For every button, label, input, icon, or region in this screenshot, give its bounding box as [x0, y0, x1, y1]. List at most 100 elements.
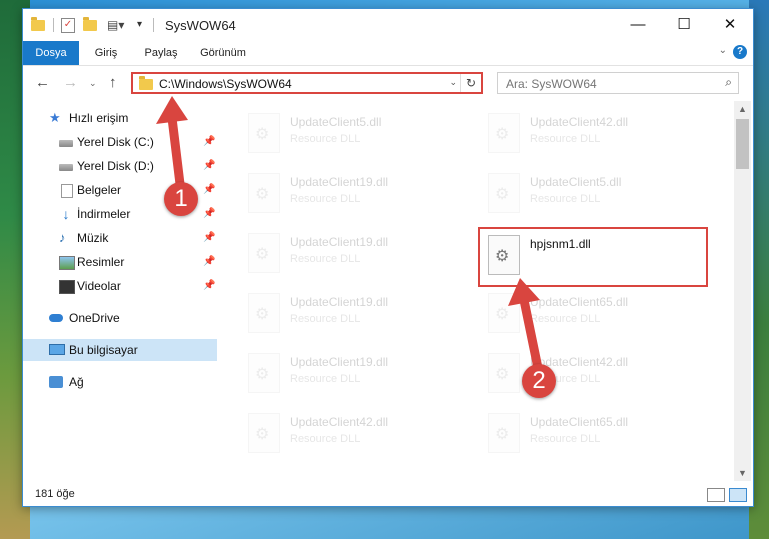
file-item[interactable]: UpdateClient19.dll Resource DLL	[240, 289, 470, 339]
network-icon	[49, 376, 63, 388]
sidebar-item-onedrive[interactable]: OneDrive	[23, 307, 217, 329]
file-list: UpdateClient5.dll Resource DLL UpdateCli…	[218, 101, 733, 481]
file-item[interactable]: UpdateClient42.dll Resource DLL	[480, 109, 710, 159]
tab-view[interactable]: Görünüm	[195, 41, 251, 65]
details-view-icon[interactable]	[707, 488, 725, 502]
vertical-scrollbar[interactable]: ▲ ▼	[734, 101, 751, 481]
file-type: Resource DLL	[530, 133, 601, 145]
file-item[interactable]: UpdateClient5.dll Resource DLL	[480, 169, 710, 219]
sidebar-item-quick-access[interactable]: ★ Hızlı erişim	[23, 107, 217, 129]
dll-file-icon	[488, 113, 520, 153]
search-icon[interactable]: ⌕	[725, 75, 732, 90]
drive-icon	[59, 140, 73, 147]
download-arrow-icon: ↓	[62, 206, 70, 222]
sidebar-item-label: Bu bilgisayar	[69, 343, 138, 357]
customize-toolbar-icon[interactable]: ▤▾	[107, 17, 124, 33]
pin-icon[interactable]: 📌	[203, 203, 215, 225]
sidebar-item-label: Belgeler	[77, 183, 122, 197]
chevron-down-icon[interactable]: ▾	[137, 17, 153, 33]
close-button[interactable]: ✕	[707, 9, 753, 41]
address-dropdown-icon[interactable]: ⌄	[449, 77, 457, 88]
window-title: SysWOW64	[165, 18, 236, 33]
address-path: C:\Windows\SysWOW64	[159, 77, 292, 91]
explorer-window: ✓ ▤▾ ▾ SysWOW64 — ☐ ✕ Dosya Giriş Paylaş…	[22, 8, 754, 507]
file-type: Resource DLL	[290, 133, 361, 145]
step-badge-2: 2	[522, 364, 556, 398]
file-item[interactable]: UpdateClient5.dll Resource DLL	[240, 109, 470, 159]
pin-icon[interactable]: 📌	[203, 227, 215, 249]
file-name: UpdateClient19.dll	[290, 235, 389, 249]
file-item[interactable]: UpdateClient19.dll Resource DLL	[240, 169, 470, 219]
maximize-button[interactable]: ☐	[661, 9, 707, 41]
sidebar-item-local-disk-c[interactable]: Yerel Disk (C:) 📌	[23, 131, 217, 153]
file-item[interactable]: UpdateClient65.dll Resource DLL	[480, 409, 710, 459]
file-type: Resource DLL	[530, 433, 601, 445]
pin-icon[interactable]: 📌	[203, 275, 215, 297]
sidebar-item-label: OneDrive	[69, 311, 120, 325]
divider	[53, 18, 54, 32]
file-item[interactable]: UpdateClient42.dll Resource DLL	[480, 349, 710, 399]
file-type: Resource DLL	[290, 433, 361, 445]
search-input[interactable]	[504, 75, 708, 93]
file-name: UpdateClient65.dll	[530, 295, 629, 309]
file-type: Resource DLL	[290, 313, 361, 325]
folder-icon	[139, 76, 153, 90]
tab-file[interactable]: Dosya	[23, 41, 79, 65]
back-button[interactable]: ←	[35, 74, 50, 91]
sidebar-item-pictures[interactable]: Resimler 📌	[23, 251, 217, 273]
help-icon[interactable]: ?	[733, 45, 747, 59]
file-item[interactable]: UpdateClient19.dll Resource DLL	[240, 229, 470, 279]
sidebar-item-network[interactable]: Ağ	[23, 371, 217, 393]
title-bar: ✓ ▤▾ ▾ SysWOW64 — ☐ ✕	[23, 9, 753, 41]
music-note-icon: ♪	[59, 230, 66, 245]
pin-icon[interactable]: 📌	[203, 131, 215, 153]
pin-icon[interactable]: 📌	[203, 179, 215, 201]
large-icons-view-icon[interactable]	[729, 488, 747, 502]
scrollbar-thumb[interactable]	[736, 119, 749, 169]
file-name: UpdateClient19.dll	[290, 175, 389, 189]
file-item[interactable]: UpdateClient19.dll Resource DLL	[240, 349, 470, 399]
dll-file-icon	[248, 413, 280, 453]
file-item[interactable]: UpdateClient42.dll Resource DLL	[240, 409, 470, 459]
sidebar-item-local-disk-d[interactable]: Yerel Disk (D:) 📌	[23, 155, 217, 177]
file-item[interactable]: UpdateClient65.dll Resource DLL	[480, 289, 710, 339]
tab-home[interactable]: Giriş	[85, 41, 127, 65]
properties-icon[interactable]: ✓	[61, 18, 75, 33]
search-box[interactable]: ⌕	[497, 72, 739, 94]
navigation-bar: ← → ⌄ ↑ C:\Windows\SysWOW64 ⌄ ↻ ⌕	[23, 66, 753, 100]
dll-file-icon	[248, 173, 280, 213]
tab-share[interactable]: Paylaş	[137, 41, 185, 65]
dll-file-icon	[488, 173, 520, 213]
file-name: UpdateClient19.dll	[290, 355, 389, 369]
status-bar: 181 öğe	[23, 483, 753, 506]
sidebar-item-videos[interactable]: Videolar 📌	[23, 275, 217, 297]
scroll-up-icon[interactable]: ▲	[734, 104, 751, 114]
file-type: Resource DLL	[530, 193, 601, 205]
up-button[interactable]: ↑	[109, 74, 117, 91]
drive-icon	[59, 164, 73, 171]
forward-button[interactable]: →	[63, 74, 78, 91]
item-count: 181 öğe	[35, 488, 75, 500]
navigation-pane: ★ Hızlı erişim Yerel Disk (C:) 📌 Yerel D…	[23, 101, 217, 481]
file-name: UpdateClient65.dll	[530, 415, 629, 429]
document-icon	[61, 184, 73, 198]
scroll-down-icon[interactable]: ▼	[734, 468, 751, 478]
sidebar-item-label: Ağ	[69, 375, 84, 389]
divider	[153, 18, 154, 32]
expand-ribbon-icon[interactable]: ⌄	[719, 45, 727, 56]
recent-locations-icon[interactable]: ⌄	[89, 78, 97, 89]
file-name: UpdateClient5.dll	[530, 175, 622, 189]
address-bar[interactable]: C:\Windows\SysWOW64 ⌄ ↻	[131, 72, 483, 94]
file-name: UpdateClient42.dll	[530, 115, 629, 129]
new-folder-icon[interactable]	[83, 17, 99, 33]
pin-icon[interactable]: 📌	[203, 155, 215, 177]
sidebar-item-label: Hızlı erişim	[69, 111, 129, 125]
dll-file-icon	[488, 413, 520, 453]
file-item-highlighted[interactable]: hpjsnm1.dll	[478, 227, 708, 287]
pin-icon[interactable]: 📌	[203, 251, 215, 273]
minimize-button[interactable]: —	[615, 9, 661, 41]
refresh-icon[interactable]: ↻	[460, 74, 481, 92]
sidebar-item-this-pc[interactable]: Bu bilgisayar	[23, 339, 217, 361]
dll-file-icon	[248, 233, 280, 273]
sidebar-item-music[interactable]: ♪ Müzik 📌	[23, 227, 217, 249]
